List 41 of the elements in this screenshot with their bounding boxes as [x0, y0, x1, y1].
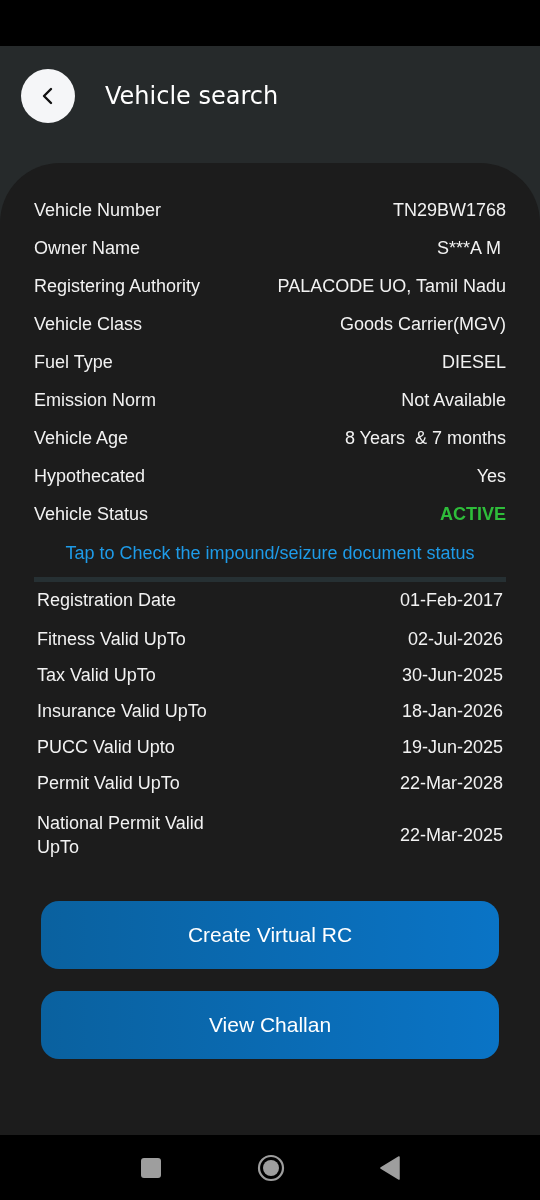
field-value: 18-Jan-2026 — [401, 700, 503, 722]
field-value: 22-Mar-2025 — [399, 824, 503, 846]
field-value: 30-Jun-2025 — [401, 664, 503, 686]
field-value: 01-Feb-2017 — [399, 589, 503, 611]
field-value: PALACODE UO, Tamil Nadu — [277, 275, 506, 297]
field-label: Registration Date — [37, 589, 177, 611]
field-label: Emission Norm — [34, 389, 157, 411]
square-nav-icon[interactable] — [140, 1156, 162, 1179]
field-label: Vehicle Status — [34, 503, 149, 525]
field-value: Not Available — [401, 389, 506, 411]
field-value: TN29BW1768 — [392, 199, 506, 221]
field-label: Vehicle Age — [34, 427, 129, 449]
triangle-nav-icon[interactable] — [380, 1155, 400, 1180]
field-value: Yes — [476, 465, 506, 487]
field-label: Fitness Valid UpTo — [37, 628, 186, 650]
page-title: Vehicle search — [105, 81, 279, 110]
action-button[interactable]: Create Virtual RC — [41, 901, 499, 969]
field-label: Owner Name — [34, 237, 141, 259]
impound-status-link[interactable]: Tap to Check the impound/seizure document status — [65, 533, 475, 573]
field-value: 8 Years & 7 months — [344, 427, 506, 449]
field-value: DIESEL — [441, 351, 506, 373]
back-button[interactable] — [21, 68, 75, 123]
field-value: 02-Jul-2026 — [407, 628, 503, 650]
field-label: National Permit Valid UpTo — [37, 812, 205, 859]
action-button[interactable]: View Challan — [41, 991, 499, 1059]
field-label: Registering Authority — [34, 275, 201, 297]
field-value: ACTIVE — [440, 503, 506, 525]
field-label: Permit Valid UpTo — [37, 772, 180, 794]
circle-nav-icon[interactable] — [257, 1153, 285, 1182]
field-label: PUCC Valid Upto — [37, 736, 175, 758]
field-label: Insurance Valid UpTo — [37, 700, 207, 722]
field-value: S***A M — [436, 237, 502, 259]
field-label: Vehicle Class — [34, 313, 143, 335]
chevron-left-icon — [41, 85, 55, 106]
field-label: Vehicle Number — [34, 199, 162, 221]
field-value: Goods Carrier(MGV) — [339, 313, 506, 335]
field-label: Tax Valid UpTo — [37, 664, 156, 686]
field-value: 19-Jun-2025 — [401, 736, 503, 758]
field-label: Fuel Type — [34, 351, 113, 373]
field-value: 22-Mar-2028 — [399, 772, 503, 794]
field-label: Hypothecated — [34, 465, 146, 487]
